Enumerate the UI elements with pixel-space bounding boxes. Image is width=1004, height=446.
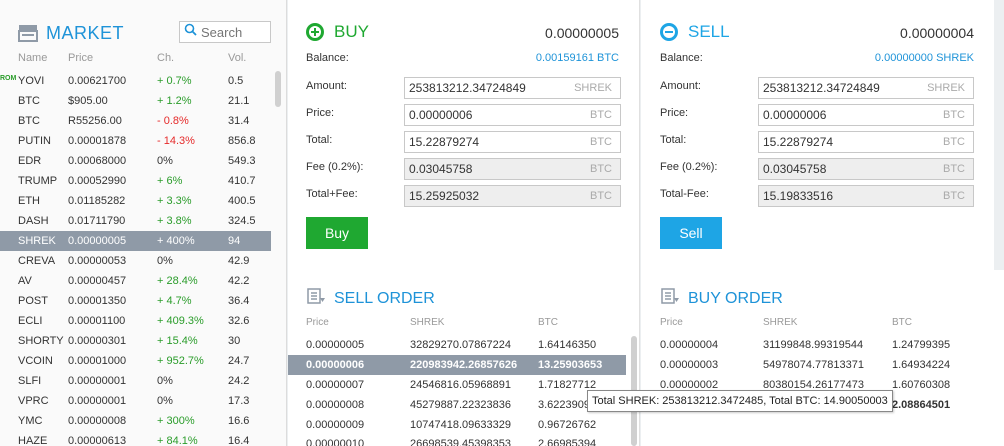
sell-fee-label: Fee (0.2%): — [660, 161, 718, 173]
buy-balance-value[interactable]: 0.00159161 BTC — [536, 52, 619, 64]
search-input[interactable] — [201, 24, 267, 40]
buy-button[interactable]: Buy — [306, 217, 368, 249]
sell-price-field[interactable]: 0.00000006 BTC — [758, 104, 974, 126]
market-row[interactable]: AV 0.00000457 + 28.4% 42.2 — [0, 271, 286, 291]
sell-fee-field: 0.03045758 BTC — [758, 158, 974, 180]
order-book-icon — [306, 287, 326, 310]
buy-amount-label: Amount: — [306, 80, 347, 92]
sell-order-row-highlighted[interactable]: 0.00000006 220983942.26857626 13.25903653 — [288, 355, 626, 375]
market-row[interactable]: VPRC 0.00000001 0% 17.3 — [0, 391, 286, 411]
sell-title: SELL — [660, 22, 730, 42]
sell-amount-label: Amount: — [660, 80, 701, 92]
sell-orders-col-btc: BTC — [538, 317, 558, 328]
sell-orders-panel: SELL ORDER Price SHREK BTC 0.00000005 328… — [288, 270, 640, 446]
sell-totalfee-label: Total-Fee: — [660, 188, 709, 200]
order-total-tooltip: Total SHREK: 253813212.3472485, Total BT… — [587, 390, 893, 412]
market-icon — [18, 23, 38, 43]
market-row[interactable]: BTC $905.00 + 1.2% 21.1 — [0, 91, 286, 111]
buy-order-row[interactable]: 0.00000004 31199848.99319544 1.24799395 — [641, 335, 979, 355]
plus-circle-icon — [306, 23, 324, 41]
buy-amount-field[interactable]: 253813212.34724849 SHREK — [404, 77, 621, 99]
minus-circle-icon — [660, 23, 678, 41]
trading-app: MARKET Name Price Ch. Vol. ROMYOVI0.0062… — [0, 0, 1004, 446]
sell-panel: SELL 0.00000004 Balance: 0.00000000 SHRE… — [641, 0, 994, 270]
market-row[interactable]: DASH 0.01711790 + 3.8% 324.5 — [0, 211, 286, 231]
buy-price-display: 0.00000005 — [545, 25, 619, 41]
col-change[interactable]: Ch. — [157, 52, 174, 64]
buy-fee-label: Fee (0.2%): — [306, 161, 364, 173]
market-row-selected[interactable]: SHREK 0.00000005 + 400% 94 — [0, 231, 271, 251]
col-price[interactable]: Price — [68, 52, 93, 64]
sell-order-row[interactable]: 0.00000008 45279887.22323836 3.6223909 — [288, 395, 626, 415]
market-row[interactable]: PUTIN 0.00001878- 14.3% 856.8 — [0, 131, 286, 151]
buy-totalfee-label: Total+Fee: — [306, 188, 358, 200]
buy-orders-col-amount: SHREK — [763, 317, 798, 328]
buy-title: BUY — [306, 22, 369, 42]
market-header: MARKET — [18, 18, 124, 48]
sell-price-display: 0.00000004 — [900, 25, 974, 41]
buy-orders-title: BUY ORDER — [660, 287, 783, 310]
sell-total-field[interactable]: 15.22879274 BTC — [758, 131, 974, 153]
sell-order-row[interactable]: 0.00000005 32829270.07867224 1.64146350 — [288, 335, 626, 355]
sell-totalfee-field: 15.19833516 BTC — [758, 185, 974, 207]
sell-order-row[interactable]: 0.00000010 26698539.45398353 2.66985394 — [288, 434, 626, 446]
buy-price-field[interactable]: 0.00000006 BTC — [404, 104, 621, 126]
col-volume[interactable]: Vol. — [228, 52, 246, 64]
market-row[interactable]: TRUMP 0.00052990 + 6% 410.7 — [0, 171, 286, 191]
buy-total-label: Total: — [306, 134, 333, 146]
market-search-box[interactable] — [179, 21, 271, 43]
buy-price-label: Price: — [306, 107, 335, 119]
market-row[interactable]: EDR 0.00068000 0% 549.3 — [0, 151, 286, 171]
market-row[interactable]: BTC R55256.00- 0.8% 31.4 — [0, 111, 286, 131]
market-row[interactable]: POST 0.00001350 + 4.7% 36.4 — [0, 291, 286, 311]
buy-order-row[interactable]: 0.00000003 54978074.77813371 1.64934224 — [641, 355, 979, 375]
buy-fee-field: 0.03045758 BTC — [404, 158, 621, 180]
market-row[interactable]: ECLI 0.00001100 + 409.3% 32.6 — [0, 311, 286, 331]
sell-price-label: Price: — [660, 107, 689, 119]
market-title: MARKET — [46, 22, 125, 43]
sell-balance-label: Balance: — [660, 52, 703, 64]
col-name[interactable]: Name — [18, 52, 47, 64]
sell-button[interactable]: Sell — [660, 217, 722, 249]
sell-orders-title: SELL ORDER — [306, 287, 435, 310]
buy-total-field[interactable]: 15.22879274 BTC — [404, 131, 621, 153]
sell-order-row[interactable]: 0.00000009 10747418.09633329 0.96726762 — [288, 415, 626, 435]
market-badge: ROM — [0, 75, 17, 82]
market-column-headers: Name Price Ch. Vol. — [0, 52, 286, 68]
sell-order-row[interactable]: 0.00000007 24546816.05968891 1.71827712 — [288, 375, 626, 395]
buy-balance-label: Balance: — [306, 52, 349, 64]
order-book-icon — [660, 287, 680, 310]
sell-orders-col-price: Price — [306, 317, 329, 328]
market-row[interactable]: YMC 0.00000008 + 300% 16.6 — [0, 411, 286, 431]
market-row[interactable]: SLFI 0.00000001 0% 24.2 — [0, 371, 286, 391]
market-row[interactable]: VCOIN 0.00001000 + 952.7% 24.7 — [0, 351, 286, 371]
buy-orders-panel: BUY ORDER Price SHREK BTC 0.00000004 3119… — [641, 270, 1004, 446]
search-icon — [184, 23, 197, 41]
market-list: ROM YOVI 0.00621700 + 0.7% 0.5 BTC $905.00 + 1… — [0, 71, 286, 446]
buy-orders-col-price: Price — [660, 317, 683, 328]
market-scrollbar[interactable] — [275, 71, 281, 107]
sell-total-label: Total: — [660, 134, 687, 146]
market-row[interactable]: HAZE 0.00000613 + 84.1% 16.4 — [0, 431, 286, 446]
market-panel: MARKET Name Price Ch. Vol. ROMYOVI0.0062… — [0, 0, 287, 446]
sell-orders-col-amount: SHREK — [410, 317, 445, 328]
buy-orders-col-btc: BTC — [892, 317, 912, 328]
market-row[interactable]: ETH 0.01185282 + 3.3% 400.5 — [0, 191, 286, 211]
market-row[interactable]: CREVA 0.00000053 0% 42.9 — [0, 251, 286, 271]
market-row[interactable]: ROM YOVI 0.00621700 + 0.7% 0.5 — [0, 71, 286, 91]
buy-panel: BUY 0.00000005 Balance: 0.00159161 BTC A… — [288, 0, 640, 270]
sell-balance-value[interactable]: 0.00000000 SHREK — [875, 52, 974, 64]
sell-amount-field[interactable]: 253813212.34724849 SHREK — [758, 77, 974, 99]
market-row[interactable]: SHORTY 0.00000301 + 15.4% 30 — [0, 331, 286, 351]
buy-totalfee-field: 15.25925032 BTC — [404, 185, 621, 207]
